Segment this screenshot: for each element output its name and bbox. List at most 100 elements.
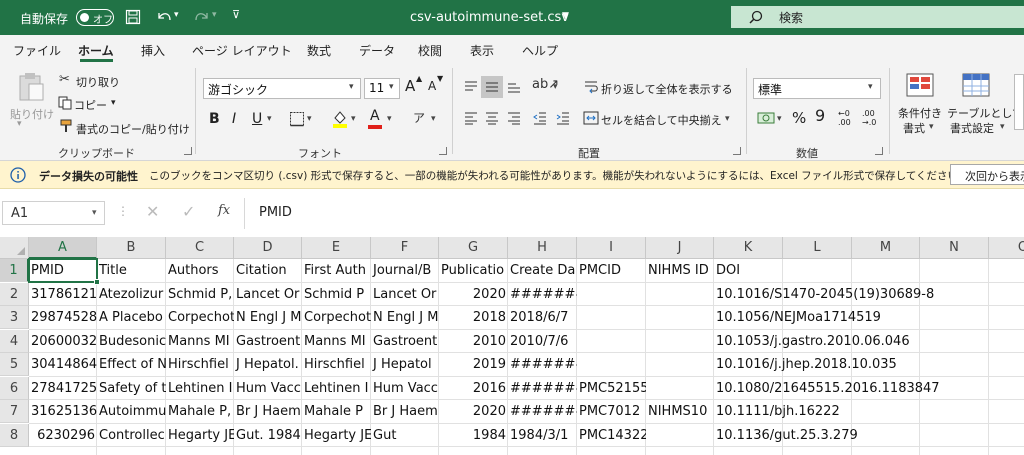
cell-k8[interactable]: 10.1136/gut.25.3.279 [714, 424, 1014, 448]
font-launcher-icon[interactable] [439, 147, 447, 155]
cell-i4[interactable] [577, 330, 646, 354]
cell-h7[interactable]: ####### [508, 400, 577, 424]
format-painter-icon[interactable] [58, 119, 72, 133]
cell-k2[interactable]: 10.1016/S1470-2045(19)30689-8 [714, 283, 1014, 307]
increase-decimal-icon[interactable]: ←0.00 [838, 109, 851, 127]
cell-e4[interactable]: Manns MI [302, 330, 371, 354]
cell-h1[interactable]: Create Da [508, 259, 577, 283]
cell-f4[interactable]: Gastroent [371, 330, 439, 354]
tab-insert[interactable]: 挿入 [141, 42, 165, 59]
row-header-1[interactable]: 1 [0, 259, 29, 282]
column-header-a[interactable]: A [29, 237, 97, 259]
conditional-label-2[interactable]: 書式 [903, 120, 925, 136]
merge-dropdown-icon[interactable]: ▾ [725, 114, 730, 124]
underline-dropdown-icon[interactable]: ▾ [267, 114, 272, 124]
font-color-icon[interactable]: A [370, 108, 380, 124]
column-header-n[interactable]: N [920, 237, 989, 259]
formula-input[interactable]: PMID [244, 198, 1024, 229]
cell-b6[interactable]: Safety of t [97, 377, 166, 401]
bold-button[interactable]: B [209, 111, 220, 127]
tab-data[interactable]: データ [359, 42, 395, 59]
number-format-select[interactable]: 標準 ▾ [753, 78, 881, 99]
cell-d3[interactable]: N Engl J M [234, 306, 302, 330]
decrease-font-icon[interactable]: A [428, 79, 436, 93]
tab-home[interactable]: ホーム [78, 42, 114, 59]
column-header-c[interactable]: C [166, 237, 234, 259]
cell-j7[interactable]: NIHMS10 [646, 400, 714, 424]
cell-j5[interactable] [646, 353, 714, 377]
cut-label[interactable]: 切り取り [76, 74, 120, 90]
italic-button[interactable]: I [232, 111, 236, 127]
cell-h2[interactable]: ####### [508, 283, 577, 307]
cell-j8[interactable] [646, 424, 714, 448]
cell-a5[interactable]: 30414864 [29, 353, 97, 377]
fill-color-icon[interactable] [332, 109, 348, 128]
merge-center-label[interactable]: セルを結合して中央揃え [601, 112, 722, 128]
cell-k6[interactable]: 10.1080/21645515.2016.1183847 [714, 377, 1014, 401]
cell-g2[interactable]: 2020 [439, 283, 508, 307]
cell-k1[interactable]: DOI [714, 259, 1014, 283]
cell-f5[interactable]: J Hepatol [371, 353, 439, 377]
cell-k5[interactable]: 10.1016/j.jhep.2018.10.035 [714, 353, 1014, 377]
wrap-text-label[interactable]: 折り返して全体を表示する [601, 81, 733, 97]
cell-j2[interactable] [646, 283, 714, 307]
row-header-5[interactable]: 5 [0, 353, 29, 376]
cell-styles-gallery[interactable] [1014, 74, 1024, 130]
cell-j1[interactable]: NIHMS ID [646, 259, 714, 283]
column-header-l[interactable]: L [783, 237, 852, 259]
phonetic-dropdown-icon[interactable]: ▾ [431, 114, 436, 124]
dont-show-again-button[interactable]: 次回から表示 [950, 164, 1024, 185]
cell-g8[interactable]: 1984 [439, 424, 508, 448]
phonetic-icon[interactable]: ア [413, 109, 425, 126]
cell-f6[interactable]: Hum Vacc [371, 377, 439, 401]
search-box[interactable]: 検索 [731, 6, 1024, 28]
cell-a8[interactable]: 6230296 [29, 424, 97, 448]
cancel-icon[interactable]: ✕ [146, 202, 159, 221]
cell-f1[interactable]: Journal/B [371, 259, 439, 283]
format-painter-label[interactable]: 書式のコピー/貼り付け [76, 121, 190, 137]
column-header-o[interactable]: O [989, 237, 1024, 259]
select-all-button[interactable] [0, 237, 29, 259]
cell-e2[interactable]: Schmid P [302, 283, 371, 307]
cell-e5[interactable]: Hirschfiel [302, 353, 371, 377]
borders-dropdown-icon[interactable]: ▾ [307, 114, 312, 124]
cell-b4[interactable]: Budesonic [97, 330, 166, 354]
cell-i7[interactable]: PMC7012 [577, 400, 646, 424]
customize-toolbar-icon[interactable]: ⊽ [232, 8, 240, 21]
cell-d8[interactable]: Gut. 1984 [234, 424, 302, 448]
decrease-indent-icon[interactable] [532, 111, 548, 125]
column-header-m[interactable]: M [852, 237, 920, 259]
fill-color-dropdown-icon[interactable]: ▾ [351, 114, 356, 124]
percent-style-button[interactable]: % [792, 109, 806, 127]
cell-a2[interactable]: 31786121 [29, 283, 97, 307]
borders-icon[interactable] [289, 111, 305, 127]
tab-page-layout[interactable]: ページ レイアウト [192, 42, 292, 59]
cell-c6[interactable]: Lehtinen I [166, 377, 234, 401]
cell-b3[interactable]: A Placebo [97, 306, 166, 330]
cell-k7[interactable]: 10.1111/bjh.16222 [714, 400, 1014, 424]
column-header-i[interactable]: I [577, 237, 646, 259]
cell-j3[interactable] [646, 306, 714, 330]
merge-center-icon[interactable] [583, 111, 599, 125]
clipboard-launcher-icon[interactable] [184, 147, 192, 155]
column-header-b[interactable]: B [97, 237, 166, 259]
cell-b7[interactable]: Autoimmu [97, 400, 166, 424]
align-right-icon[interactable] [506, 111, 522, 125]
accounting-format-icon[interactable] [757, 110, 775, 126]
tab-view[interactable]: 表示 [470, 42, 494, 59]
file-name-dropdown-icon[interactable]: ▼ [562, 11, 569, 21]
format-as-table-icon[interactable] [962, 73, 990, 99]
redo-icon[interactable] [193, 9, 211, 25]
wrap-text-icon[interactable] [583, 79, 599, 95]
column-header-e[interactable]: E [302, 237, 371, 259]
cell-f2[interactable]: Lancet Or [371, 283, 439, 307]
font-size-select[interactable]: 11 ▾ [364, 78, 400, 99]
row-header-4[interactable]: 4 [0, 329, 29, 353]
cell-a6[interactable]: 27841725 [29, 377, 97, 401]
cell-h6[interactable]: ####### [508, 377, 577, 401]
cell-h5[interactable]: ####### [508, 353, 577, 377]
cell-g1[interactable]: Publicatio [439, 259, 508, 283]
increase-indent-icon[interactable] [555, 111, 571, 125]
underline-button[interactable]: U [252, 111, 262, 127]
cell-f7[interactable]: Br J Haem [371, 400, 439, 424]
